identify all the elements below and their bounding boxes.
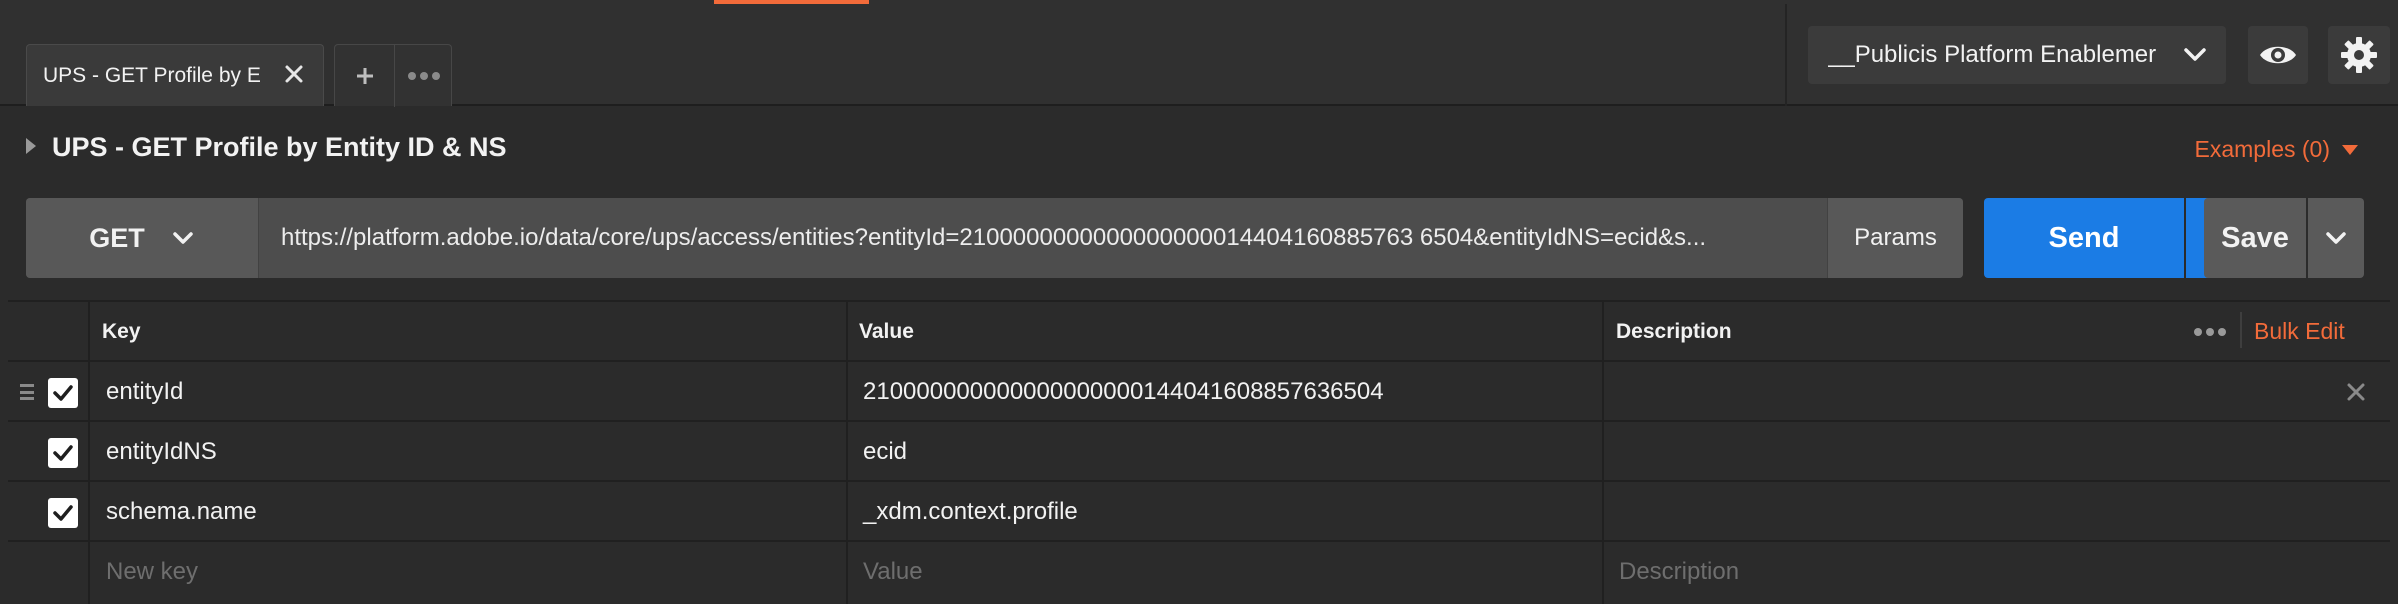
new-value-input[interactable]: Value [863,558,923,586]
more-icon-dot [2218,328,2226,336]
column-header-key: Key [102,320,141,343]
send-button[interactable]: Send [1984,198,2184,278]
row-checkbox[interactable] [48,498,78,528]
request-title: UPS - GET Profile by Entity ID & NS [52,132,507,162]
param-value[interactable]: ecid [863,438,907,466]
table-row: entityId 2100000000000000000001440416088… [8,362,2390,422]
divider [8,300,2390,302]
environment-select[interactable]: __Publicis Platform Enablemer [1808,26,2226,84]
plus-icon [356,68,373,84]
url-input[interactable]: https://platform.adobe.io/data/core/ups/… [258,198,1828,278]
drag-handle-icon[interactable] [20,384,34,400]
chevron-down-icon [2326,232,2346,244]
tab-label: UPS - GET Profile by E [43,63,261,87]
params-button[interactable]: Params [1828,198,1963,278]
send-label: Send [2048,221,2120,254]
caret-right-icon[interactable] [26,138,36,154]
tab-more-button[interactable] [395,45,453,107]
save-button[interactable]: Save [2204,198,2306,278]
column-header-description: Description [1616,320,1732,343]
examples-dropdown[interactable]: Examples (0) [2195,136,2358,163]
new-tab-button[interactable] [335,45,394,107]
close-icon[interactable] [2344,380,2368,404]
params-table: Key Value Description Bulk Edit entityId… [8,300,2390,604]
param-key[interactable]: schema.name [106,498,257,526]
divider [1785,4,1787,106]
top-bar: UPS - GET Profile by E __Publicis Platfo… [0,0,2398,107]
checkmark-icon [53,385,73,401]
new-description-input[interactable]: Description [1619,558,1739,586]
bulk-edit-link[interactable]: Bulk Edit [2254,318,2345,345]
settings-button[interactable] [2328,26,2390,84]
environment-quick-look-button[interactable] [2248,26,2308,84]
url-bar: GET https://platform.adobe.io/data/core/… [26,198,1963,278]
params-label: Params [1854,224,1937,251]
more-icon-dot [2206,328,2214,336]
divider [2240,312,2242,348]
gear-icon [2341,37,2377,73]
close-icon[interactable] [279,59,309,89]
param-value[interactable]: 210000000000000000000144041608857636504 [863,378,1384,406]
more-icon [2194,328,2202,336]
chevron-down-icon [173,232,193,244]
request-title-row: UPS - GET Profile by Entity ID & NS Exam… [0,108,2398,188]
examples-label: Examples (0) [2194,136,2330,162]
table-row: schema.name _xdm.context.profile [8,482,2390,542]
active-indicator [714,0,869,4]
table-more-button[interactable] [2194,322,2234,342]
param-value[interactable]: _xdm.context.profile [863,498,1078,526]
row-checkbox[interactable] [48,438,78,468]
new-param-row: New key Value Description [8,542,2390,602]
method-label: GET [89,222,145,253]
request-tab[interactable]: UPS - GET Profile by E [26,44,324,106]
param-key[interactable]: entityIdNS [106,438,217,466]
caret-down-icon [2342,144,2358,155]
method-select[interactable]: GET [26,198,258,278]
checkmark-icon [53,505,73,521]
eye-icon [2260,46,2296,64]
column-header-value: Value [859,320,914,343]
save-label: Save [2221,221,2289,254]
environment-label: __Publicis Platform Enablemer [1828,41,2157,68]
row-checkbox[interactable] [48,378,78,408]
chevron-down-icon [2182,42,2208,73]
table-row: entityIdNS ecid [8,422,2390,482]
new-key-input[interactable]: New key [106,558,198,586]
tab-actions [334,44,453,107]
url-text: https://platform.adobe.io/data/core/ups/… [281,224,1707,251]
save-options-button[interactable] [2308,198,2364,278]
checkmark-icon [53,445,73,461]
more-icon [408,72,440,80]
param-key[interactable]: entityId [106,378,183,406]
